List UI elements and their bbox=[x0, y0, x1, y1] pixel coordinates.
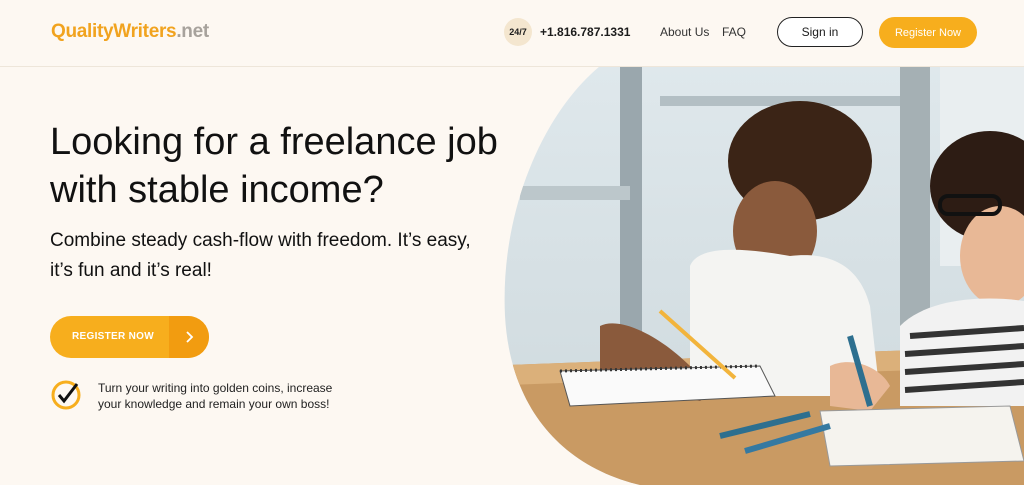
chevron-right-icon bbox=[169, 316, 209, 358]
hero-title: Looking for a freelance job with stable … bbox=[50, 121, 498, 211]
support-247-badge: 24/7 bbox=[504, 18, 532, 46]
cta-label: REGISTER NOW bbox=[72, 331, 154, 342]
logo-text-domain: .net bbox=[176, 21, 209, 42]
logo-text-main: QualityWriters bbox=[51, 21, 177, 42]
logo[interactable]: QualityWriters.net bbox=[51, 21, 209, 43]
nav-about-us[interactable]: About Us bbox=[660, 25, 709, 39]
sign-in-button[interactable]: Sign in bbox=[777, 17, 863, 47]
register-now-header-button[interactable]: Register Now bbox=[879, 17, 977, 48]
site-header: QualityWriters.net 24/7 +1.816.787.1331 … bbox=[0, 0, 1024, 67]
phone-link[interactable]: +1.816.787.1331 bbox=[540, 25, 630, 39]
register-now-cta-button[interactable]: REGISTER NOW bbox=[50, 316, 209, 358]
bullet-text: Turn your writing into golden coins, inc… bbox=[98, 381, 333, 411]
hero-subtitle: Combine steady cash-flow with freedom. I… bbox=[50, 230, 471, 281]
nav-faq[interactable]: FAQ bbox=[722, 25, 746, 39]
check-badge-icon bbox=[51, 380, 81, 410]
